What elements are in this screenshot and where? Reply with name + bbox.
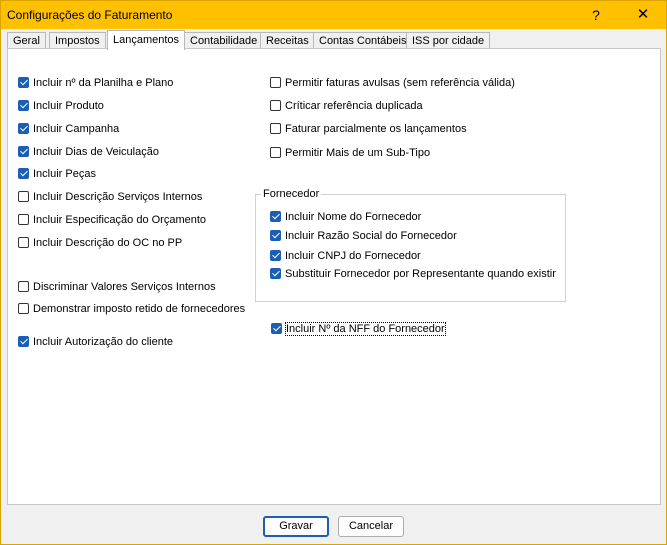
checkbox-permitir-faturas-avulsas[interactable]: Permitir faturas avulsas (sem referência…: [270, 75, 515, 91]
tab-impostos[interactable]: Impostos: [49, 32, 106, 49]
checkbox-faturar-parcialmente[interactable]: Faturar parcialmente os lançamentos: [270, 121, 467, 137]
checkbox-box[interactable]: [270, 147, 281, 158]
checkbox-incluir-campanha[interactable]: Incluir Campanha: [18, 121, 119, 137]
window-title: Configurações do Faturamento: [7, 8, 173, 22]
tab-contas-contabeis[interactable]: Contas Contábeis: [313, 32, 413, 49]
tab-lancamentos[interactable]: Lançamentos: [107, 30, 186, 50]
checkbox-incluir-cnpj[interactable]: Incluir CNPJ do Fornecedor: [270, 248, 421, 264]
checkbox-discriminar-valores[interactable]: Discriminar Valores Serviços Internos: [18, 279, 216, 295]
tab-panel-lancamentos: Incluir nº da Planilha e Plano Incluir P…: [7, 48, 661, 505]
checkbox-box[interactable]: [18, 123, 29, 134]
checkbox-incluir-razao-social[interactable]: Incluir Razão Social do Fornecedor: [270, 228, 457, 244]
checkbox-box[interactable]: [270, 250, 281, 261]
checkbox-box[interactable]: [271, 323, 282, 334]
dialog-window: Configurações do Faturamento ? ✕ Geral I…: [0, 0, 667, 545]
checkbox-box[interactable]: [18, 146, 29, 157]
checkbox-box[interactable]: [18, 77, 29, 88]
checkbox-box[interactable]: [18, 214, 29, 225]
checkbox-substituir-fornecedor[interactable]: Substituir Fornecedor por Representante …: [270, 266, 556, 282]
checkbox-incluir-planilha[interactable]: Incluir nº da Planilha e Plano: [18, 75, 173, 91]
fornecedor-group-label: Fornecedor: [261, 188, 322, 200]
checkbox-incluir-nome-fornecedor[interactable]: Incluir Nome do Fornecedor: [270, 209, 421, 225]
checkbox-permitir-sub-tipo[interactable]: Permitir Mais de um Sub-Tipo: [270, 145, 430, 161]
checkbox-box[interactable]: [270, 100, 281, 111]
checkbox-box[interactable]: [18, 281, 29, 292]
checkbox-box[interactable]: [270, 211, 281, 222]
tab-geral[interactable]: Geral: [7, 32, 46, 49]
checkbox-incluir-pecas[interactable]: Incluir Peças: [18, 166, 96, 182]
save-button[interactable]: Gravar: [263, 516, 329, 537]
close-button[interactable]: ✕: [620, 1, 666, 29]
tab-iss-por-cidade[interactable]: ISS por cidade: [406, 32, 491, 49]
checkbox-incluir-dias-veiculacao[interactable]: Incluir Dias de Veiculação: [18, 144, 159, 160]
checkbox-incluir-nff-fornecedor[interactable]: Incluir Nº da NFF do Fornecedor: [271, 321, 446, 337]
checkbox-incluir-especificacao-orcamento[interactable]: Incluir Especificação do Orçamento: [18, 212, 206, 228]
tab-receitas[interactable]: Receitas: [260, 32, 315, 49]
checkbox-demonstrar-imposto-retido[interactable]: Demonstrar imposto retido de fornecedore…: [18, 301, 245, 317]
tab-contabilidade[interactable]: Contabilidade: [184, 32, 264, 49]
cancel-button[interactable]: Cancelar: [338, 516, 404, 537]
checkbox-incluir-descricao-oc[interactable]: Incluir Descrição do OC no PP: [18, 235, 182, 251]
checkbox-incluir-autorizacao-cliente[interactable]: Incluir Autorização do cliente: [18, 334, 173, 350]
checkbox-box[interactable]: [270, 230, 281, 241]
checkbox-box[interactable]: [18, 191, 29, 202]
checkbox-box[interactable]: [18, 100, 29, 111]
checkbox-box[interactable]: [18, 168, 29, 179]
checkbox-box[interactable]: [270, 268, 281, 279]
help-button[interactable]: ?: [573, 1, 619, 29]
checkbox-criticar-referencia[interactable]: Críticar referência duplicada: [270, 98, 423, 114]
checkbox-incluir-descricao-servicos[interactable]: Incluir Descrição Serviços Internos: [18, 189, 202, 205]
checkbox-box[interactable]: [18, 303, 29, 314]
checkbox-box[interactable]: [18, 336, 29, 347]
checkbox-box[interactable]: [270, 77, 281, 88]
checkbox-incluir-produto[interactable]: Incluir Produto: [18, 98, 104, 114]
checkbox-box[interactable]: [18, 237, 29, 248]
checkbox-box[interactable]: [270, 123, 281, 134]
title-bar: Configurações do Faturamento ? ✕: [1, 1, 666, 29]
